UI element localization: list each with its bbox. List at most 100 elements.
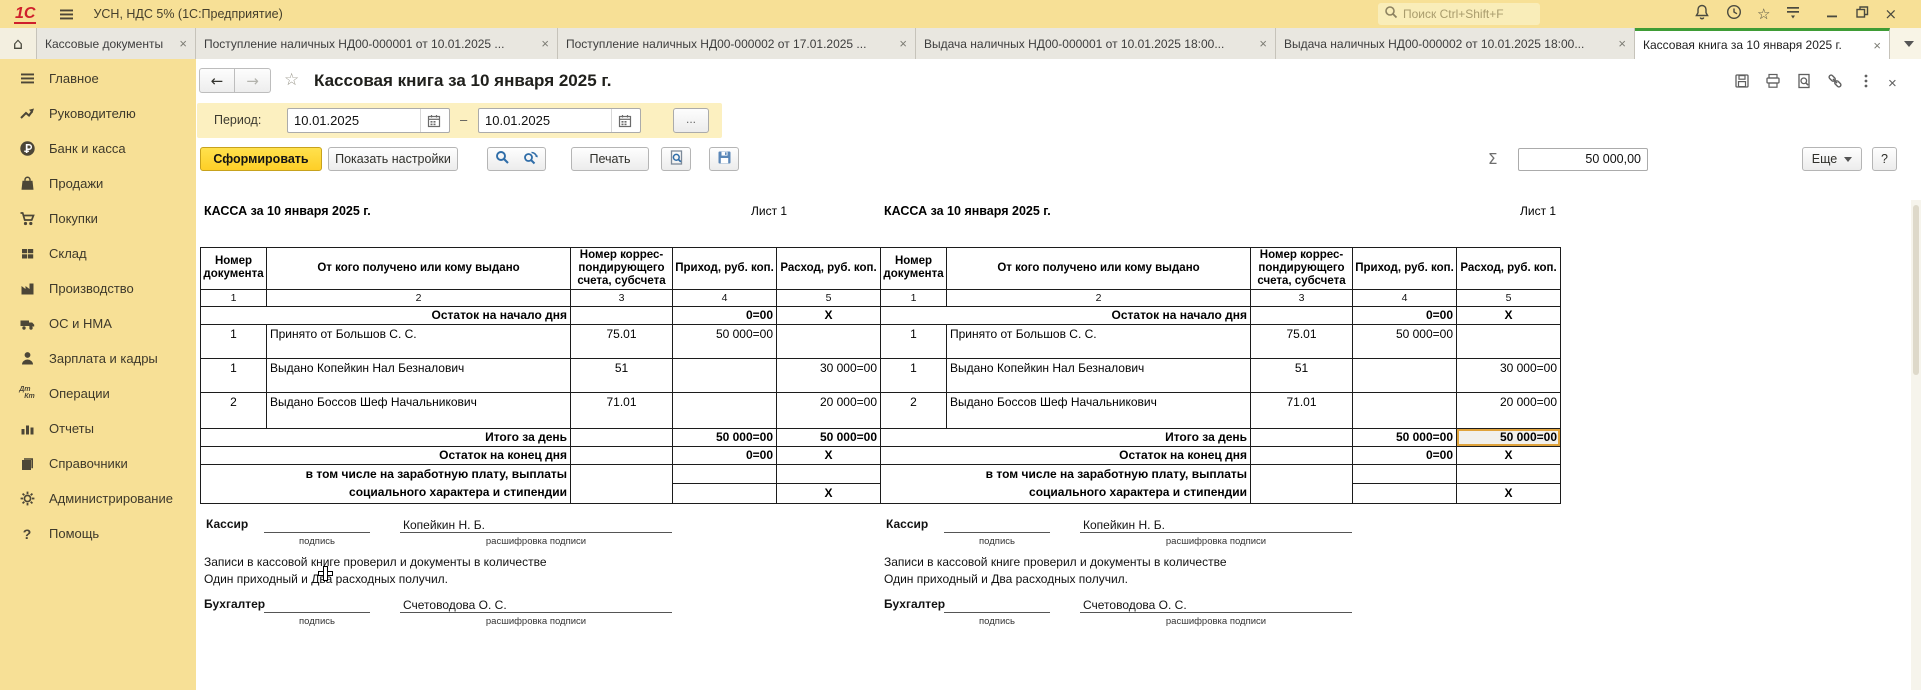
account-cell[interactable]: 75.01 (1251, 324, 1353, 358)
expense-cell[interactable]: 30 000=00 (777, 358, 881, 392)
x-mark-cell[interactable]: X (1457, 483, 1561, 503)
get-link-icon[interactable] (1826, 72, 1844, 95)
tab-5[interactable]: Выдача наличных НД00-000002 от 10.01.202… (1276, 28, 1635, 59)
empty-cell[interactable] (571, 306, 673, 324)
empty-cell[interactable] (1251, 428, 1353, 446)
tab-close-icon[interactable]: × (541, 37, 549, 50)
empty-cell[interactable] (1251, 464, 1353, 503)
window-minimize-icon[interactable] (1824, 4, 1840, 25)
accountant-name-line[interactable] (1080, 612, 1352, 613)
x-mark-cell[interactable]: X (777, 306, 881, 324)
doc-number-cell[interactable]: 1 (201, 324, 267, 358)
tab-home[interactable]: ⌂ (0, 28, 37, 59)
sidebar-item-operacii[interactable]: ДтКтОперации (0, 376, 196, 411)
empty-cell[interactable] (571, 428, 673, 446)
nav-back-button[interactable]: ← (199, 68, 235, 93)
tab-close-icon[interactable]: × (1618, 37, 1626, 50)
tab-close-icon[interactable]: × (179, 37, 187, 50)
accountant-name[interactable]: Счетоводова О. С. (1083, 598, 1187, 612)
empty-cell[interactable] (673, 483, 777, 503)
sum-total-field[interactable]: 50 000,00 (1518, 148, 1648, 171)
empty-cell[interactable] (571, 446, 673, 464)
find-next-button[interactable] (516, 147, 546, 171)
income-cell[interactable] (673, 358, 777, 392)
window-close-icon[interactable]: × (1884, 7, 1897, 22)
tab-4[interactable]: Выдача наличных НД00-000001 от 10.01.202… (916, 28, 1276, 59)
sidebar-item-spravochniki[interactable]: Справочники (0, 446, 196, 481)
col-header-income[interactable]: Приход, руб. коп. (673, 248, 777, 290)
tab-3[interactable]: Поступление наличных НД00-000002 от 17.0… (558, 28, 916, 59)
empty-cell[interactable] (1353, 464, 1457, 483)
total-income-cell[interactable]: 50 000=00 (1353, 428, 1457, 446)
x-mark-cell[interactable]: X (777, 483, 881, 503)
check-line1[interactable]: Записи в кассовой книге проверил и докум… (884, 555, 1227, 569)
description-cell[interactable]: Выдано Копейкин Нал Безналович (947, 358, 1251, 392)
print-report-icon[interactable] (1764, 72, 1782, 95)
col-header-account[interactable]: Номер коррес-пондирующего счета, субсчет… (1251, 248, 1353, 290)
sidebar-item-os-i-nma[interactable]: ОС и НМА (0, 306, 196, 341)
scrollbar-thumb[interactable] (1913, 205, 1919, 375)
tab-1[interactable]: Кассовые документы× (37, 28, 196, 59)
period-to-input[interactable] (479, 113, 611, 128)
doc-number-cell[interactable]: 1 (881, 324, 947, 358)
expense-cell[interactable]: 30 000=00 (1457, 358, 1561, 392)
calendar-icon[interactable] (611, 109, 637, 132)
service-menu-icon[interactable] (1784, 3, 1802, 26)
sidebar-item-administrirovanie[interactable]: Администрирование (0, 481, 196, 516)
more-kebab-icon[interactable] (1857, 72, 1875, 95)
preview-button[interactable] (661, 147, 691, 171)
total-income-cell[interactable]: 50 000=00 (673, 428, 777, 446)
empty-cell[interactable] (1251, 446, 1353, 464)
col-header-expense[interactable]: Расход, руб. коп. (777, 248, 881, 290)
including-label[interactable]: в том числе на заработную плату, выплаты… (201, 464, 571, 503)
col-header-doc-number[interactable]: Номер документа (201, 248, 267, 290)
period-options-button[interactable]: ... (673, 108, 709, 133)
income-cell[interactable] (673, 392, 777, 428)
print-button[interactable]: Печать (571, 147, 649, 171)
sidebar-item-sklad[interactable]: Склад (0, 236, 196, 271)
sidebar-item-prodazhi[interactable]: Продажи (0, 166, 196, 201)
sheet-number-label[interactable]: Лист 1 (1520, 204, 1556, 218)
sheet-title[interactable]: КАССА за 10 января 2025 г. (884, 204, 1051, 218)
col-index[interactable]: 5 (1457, 289, 1561, 306)
expense-cell[interactable]: 20 000=00 (777, 392, 881, 428)
tab-6[interactable]: Кассовая книга за 10 января 2025 г.× (1635, 28, 1890, 59)
accountant-name[interactable]: Счетоводова О. С. (403, 598, 507, 612)
favorite-star-icon[interactable]: ☆ (284, 70, 299, 90)
nav-forward-button[interactable]: → (235, 68, 271, 93)
window-restore-icon[interactable] (1854, 4, 1870, 25)
check-line2[interactable]: Один приходный и Два расходных получил. (884, 572, 1128, 586)
opening-balance-value[interactable]: 0=00 (1353, 306, 1457, 324)
description-cell[interactable]: Принято от Большов С. С. (267, 324, 571, 358)
closing-balance-value[interactable]: 0=00 (673, 446, 777, 464)
cashier-label[interactable]: Кассир (206, 517, 248, 531)
description-cell[interactable]: Принято от Большов С. С. (947, 324, 1251, 358)
col-index[interactable]: 1 (201, 289, 267, 306)
accountant-signature-line[interactable] (944, 612, 1050, 613)
sidebar-item-otchety[interactable]: Отчеты (0, 411, 196, 446)
empty-cell[interactable] (1457, 464, 1561, 483)
notifications-bell-icon[interactable] (1693, 3, 1711, 26)
expense-cell[interactable] (1457, 324, 1561, 358)
account-cell[interactable]: 71.01 (1251, 392, 1353, 428)
tab-close-icon[interactable]: × (1259, 37, 1267, 50)
income-cell[interactable]: 50 000=00 (673, 324, 777, 358)
col-header-account[interactable]: Номер коррес-пондирующего счета, субсчет… (571, 248, 673, 290)
empty-cell[interactable] (673, 464, 777, 483)
income-cell[interactable] (1353, 358, 1457, 392)
generate-button[interactable]: Сформировать (200, 147, 322, 171)
sheet-title[interactable]: КАССА за 10 января 2025 г. (204, 204, 371, 218)
description-cell[interactable]: Выдано Боссов Шеф Начальникович (947, 392, 1251, 428)
check-line1[interactable]: Записи в кассовой книге проверил и докум… (204, 555, 547, 569)
cashier-name[interactable]: Копейкин Н. Б. (403, 518, 485, 532)
show-settings-button[interactable]: Показать настройки (328, 147, 458, 171)
closing-balance-value[interactable]: 0=00 (1353, 446, 1457, 464)
account-cell[interactable]: 75.01 (571, 324, 673, 358)
sidebar-item-proizvodstvo[interactable]: Производство (0, 271, 196, 306)
favorites-star-icon[interactable]: ☆ (1757, 7, 1770, 22)
save-report-icon[interactable] (1733, 72, 1751, 95)
tab-2[interactable]: Поступление наличных НД00-000001 от 10.0… (196, 28, 558, 59)
sidebar-item-bank-i-kassa[interactable]: Банк и касса (0, 131, 196, 166)
total-expense-cell[interactable]: 50 000=00 (777, 428, 881, 446)
cashier-signature-line[interactable] (264, 532, 370, 533)
